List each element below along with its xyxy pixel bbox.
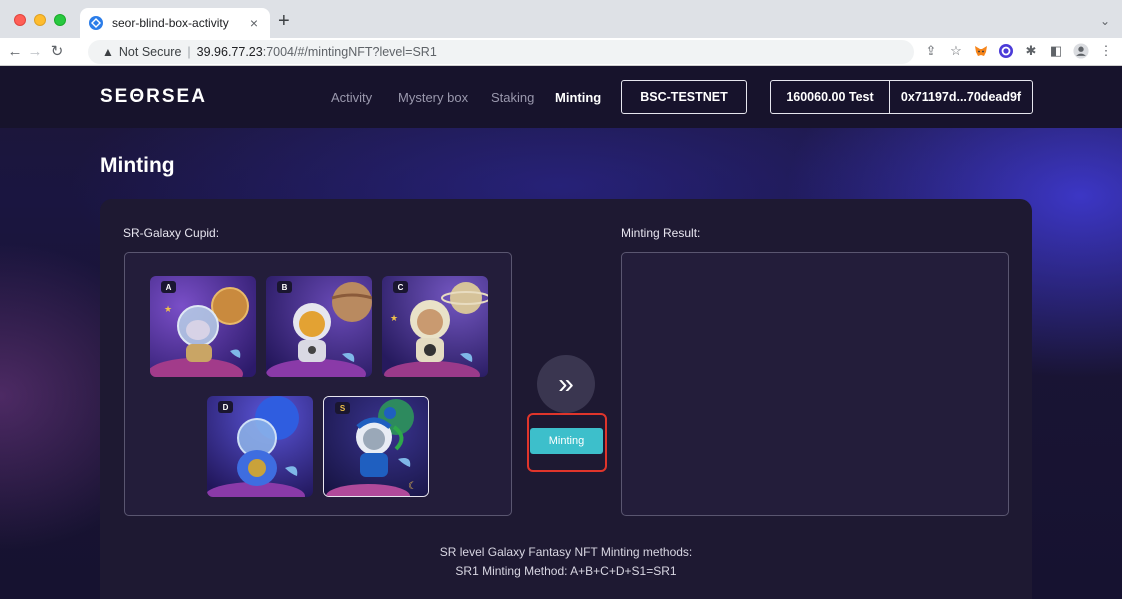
nft-card-d[interactable]: D — [207, 396, 313, 497]
warning-icon[interactable]: ▲ — [102, 45, 114, 59]
browser-tab[interactable]: seor-blind-box-activity × — [80, 8, 270, 38]
nft-card-a[interactable]: ★ A — [150, 276, 256, 377]
browser-toolbar: ← → ↻ ▲ Not Secure | 39.96.77.23:7004/#/… — [0, 38, 1122, 66]
url-host: 39.96.77.23 — [196, 45, 263, 59]
nav-link-staking[interactable]: Staking — [491, 90, 534, 105]
metamask-fox-icon[interactable] — [973, 42, 989, 60]
back-arrow-icon[interactable]: ← — [6, 42, 24, 62]
nft-tag: A — [161, 281, 176, 293]
nav-link-minting[interactable]: Minting — [555, 90, 601, 105]
nav-link-mystery-box[interactable]: Mystery box — [398, 90, 468, 105]
network-button[interactable]: BSC-TESTNET — [621, 80, 747, 114]
svg-text:★: ★ — [164, 305, 172, 315]
minting-methods-title: SR level Galaxy Fantasy NFT Minting meth… — [439, 545, 693, 559]
svg-text:☾: ☾ — [408, 481, 417, 492]
divider: | — [187, 45, 191, 59]
toolbar-icons: ⇪ ☆ ✱ ◧ ⋮ — [923, 42, 1114, 60]
page: SEΘRSEA Activity Mystery box Staking Min… — [0, 66, 1122, 599]
wallet-balance[interactable]: 160060.00 Test — [771, 81, 890, 113]
nft-tag: D — [218, 401, 233, 413]
address-bar[interactable]: ▲ Not Secure | 39.96.77.23:7004/#/mintin… — [88, 40, 914, 64]
minting-method-formula: SR1 Minting Method: A+B+C+D+S1=SR1 — [455, 564, 677, 578]
source-label: SR-Galaxy Cupid: — [123, 226, 220, 240]
security-label: Not Secure — [118, 45, 182, 59]
top-navigation: SEΘRSEA Activity Mystery box Staking Min… — [0, 66, 1122, 128]
share-icon[interactable]: ⇪ — [923, 42, 939, 60]
close-icon[interactable]: × — [246, 15, 262, 31]
result-label: Minting Result: — [621, 226, 701, 240]
forward-arrow-icon[interactable]: → — [26, 42, 44, 62]
extension-circle-icon[interactable] — [998, 42, 1014, 60]
source-nft-panel: ★ A B ★ C D ☾ S — [124, 252, 512, 516]
nft-tag: C — [393, 281, 408, 293]
page-title: Minting — [100, 154, 175, 177]
url-path: :7004/#/mintingNFT?level=SR1 — [262, 45, 437, 59]
window-minimize-button[interactable] — [34, 14, 46, 26]
double-chevron-right-icon: » — [537, 355, 595, 413]
puzzle-icon[interactable]: ✱ — [1023, 42, 1039, 60]
nft-card-s[interactable]: ☾ S — [323, 396, 429, 497]
star-icon[interactable]: ☆ — [948, 42, 964, 60]
nft-tag: B — [277, 281, 292, 293]
window-close-button[interactable] — [14, 14, 26, 26]
wallet-address[interactable]: 0x71197d...70dead9f — [890, 81, 1032, 113]
globe-icon — [88, 15, 104, 31]
window-zoom-button[interactable] — [54, 14, 66, 26]
nft-card-c[interactable]: ★ C — [382, 276, 488, 377]
new-tab-button[interactable]: + — [278, 11, 290, 31]
chevron-down-icon[interactable]: ⌄ — [1100, 14, 1110, 28]
kebab-menu-icon[interactable]: ⋮ — [1098, 42, 1114, 60]
wallet-info[interactable]: 160060.00 Test 0x71197d...70dead9f — [770, 80, 1033, 114]
nft-tag: S — [335, 402, 350, 414]
reload-icon[interactable]: ↻ — [48, 42, 66, 62]
logo[interactable]: SEΘRSEA — [100, 86, 207, 108]
tab-title: seor-blind-box-activity — [112, 16, 229, 30]
nft-card-b[interactable]: B — [266, 276, 372, 377]
nav-link-activity[interactable]: Activity — [331, 90, 372, 105]
minting-button[interactable]: Minting — [530, 428, 603, 454]
minting-result-panel — [621, 252, 1009, 516]
minting-card: SR-Galaxy Cupid: Minting Result: ★ A B ★… — [100, 199, 1032, 599]
sidebar-icon[interactable]: ◧ — [1048, 42, 1064, 60]
svg-text:★: ★ — [390, 314, 398, 324]
browser-tab-strip: seor-blind-box-activity × + ⌄ — [0, 0, 1122, 38]
profile-icon[interactable] — [1073, 42, 1089, 60]
